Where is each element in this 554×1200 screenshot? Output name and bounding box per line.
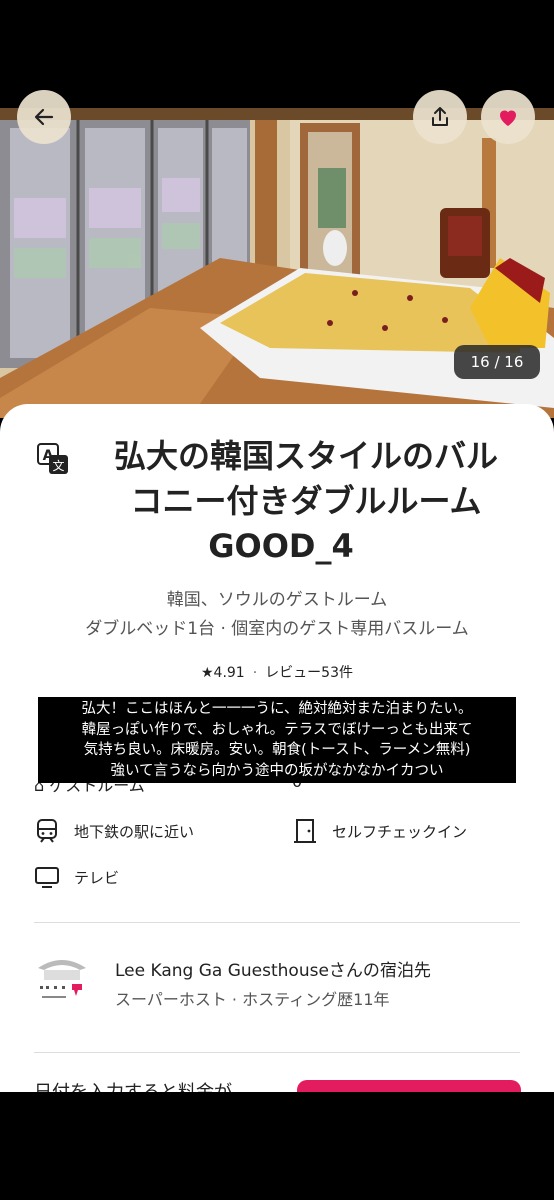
price-prompt: 日付を入力すると料金が (34, 1078, 232, 1092)
amenity-self-checkin: セルフチェックイン (292, 818, 467, 844)
check-availability-button[interactable] (297, 1080, 521, 1092)
star-icon: ★ (200, 665, 214, 681)
bottom-black-bar (0, 1092, 554, 1200)
amenity-tv: テレビ (34, 864, 119, 890)
amenity-subway: 地下鉄の駅に近い (34, 818, 194, 844)
svg-text:文: 文 (52, 458, 64, 473)
divider (34, 922, 520, 923)
translate-icon[interactable]: A 文 (36, 442, 70, 476)
listing-subtitle: 韓国、ソウルのゲストルーム ダブルベッド1台 · 個室内のゲスト専用バスルーム (0, 586, 554, 644)
share-icon (432, 107, 448, 126)
listing-title-line3: GOOD_4 (208, 527, 354, 565)
photo-counter: 16 / 16 (454, 345, 540, 379)
review-caption-overlay: 弘大！ここはほんと一一一うに、絶対絶対また泊まりたい。 韓屋っぽい作りで、おしゃ… (38, 697, 516, 783)
door-icon (294, 819, 316, 843)
listing-title: 弘大の韓国スタイルのバル コニー付きダブルルーム GOOD_4 (36, 434, 526, 569)
arrow-left-icon (34, 108, 54, 126)
listing-location: 韓国、ソウルのゲストルーム (166, 590, 388, 610)
host-status: スーパーホスト · ホスティング歴11年 (115, 990, 390, 1009)
host-logo[interactable] (34, 952, 90, 1008)
listing-room-info: ダブルベッド1台 · 個室内のゲスト専用バスルーム (85, 619, 469, 639)
rating-row[interactable]: ★4.91 · レビュー53件 (0, 662, 554, 682)
review-count[interactable]: レビュー53件 (265, 665, 353, 681)
heart-icon (500, 110, 516, 126)
save-button[interactable] (481, 90, 535, 144)
share-button[interactable] (413, 90, 467, 144)
listing-title-line1: 弘大の韓国スタイルのバル (113, 437, 498, 475)
host-name[interactable]: Lee Kang Ga Guesthouseさんの宿泊先 (115, 956, 431, 981)
listing-title-line2: コニー付きダブルルーム (130, 482, 482, 520)
separator-dot: · (252, 665, 258, 681)
divider (34, 1052, 520, 1053)
rating-value: 4.91 (213, 665, 245, 681)
back-button[interactable] (17, 90, 71, 144)
subway-icon (37, 819, 57, 843)
title-block: A 文 弘大の韓国スタイルのバル コニー付きダブルルーム GOOD_4 (36, 434, 526, 569)
tv-icon (35, 867, 59, 888)
